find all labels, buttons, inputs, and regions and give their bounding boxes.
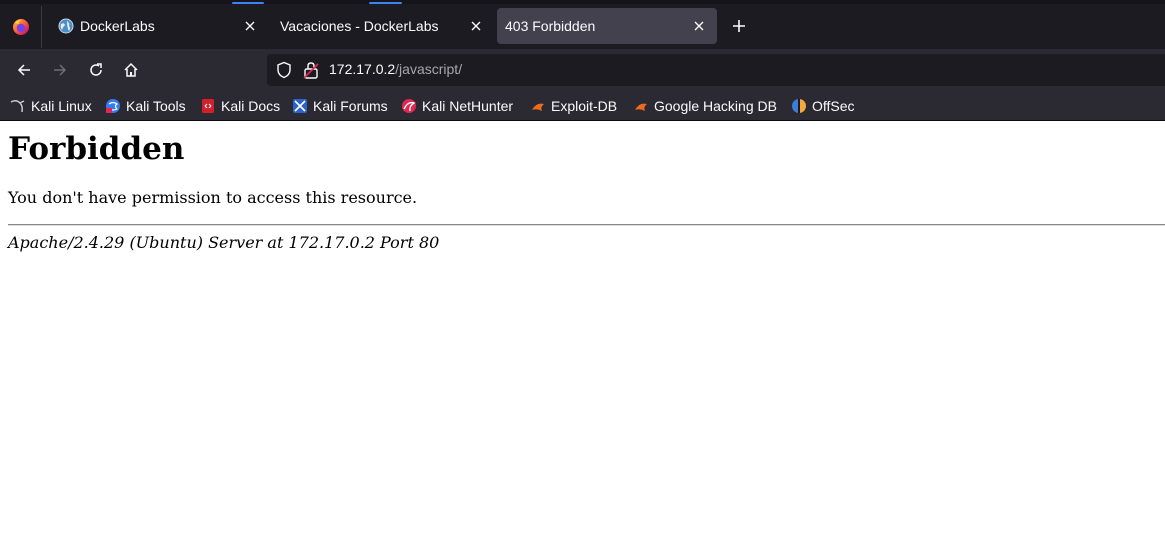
page-title: Forbidden xyxy=(8,131,185,167)
bookmark-label: Kali Forums xyxy=(313,98,388,114)
bookmark-label: Kali Docs xyxy=(221,98,281,114)
bookmark-label: Google Hacking DB xyxy=(654,98,777,114)
reload-icon xyxy=(90,63,102,76)
bookmark-label: Exploit-DB xyxy=(551,98,618,114)
tab-dockerlabs[interactable]: DockerLabs xyxy=(46,8,268,44)
url-text[interactable]: 172.17.0.2/javascript/ xyxy=(329,61,462,77)
bookmark-label: Kali Linux xyxy=(31,98,92,114)
bookmark-kali-nethunter[interactable]: Kali NetHunter xyxy=(401,95,513,117)
ghdb-icon xyxy=(633,98,649,114)
shield-icon[interactable] xyxy=(275,61,293,79)
tab-403-forbidden[interactable]: 403 Forbidden xyxy=(497,8,717,44)
bookmark-label: Kali NetHunter xyxy=(422,98,514,114)
tab-activity-indicator xyxy=(232,2,264,4)
bookmarks-toolbar: Kali Linux Kali Tools Kali Docs Kali For… xyxy=(0,91,1165,121)
bookmark-label: OffSec xyxy=(812,98,855,114)
error-message: You don't have permission to access this… xyxy=(8,188,418,207)
arrow-right-icon xyxy=(54,64,67,76)
offsec-icon xyxy=(791,98,807,114)
kali-docs-icon xyxy=(200,98,216,114)
arrow-left-icon xyxy=(17,64,30,76)
bookmark-exploit-db[interactable]: Exploit-DB xyxy=(530,95,617,117)
tab-strip: DockerLabs Vacaciones - DockerLabs 403 F… xyxy=(0,0,1165,49)
bookmark-offsec[interactable]: OffSec xyxy=(791,95,855,117)
tab-title: 403 Forbidden xyxy=(505,18,596,34)
home-button[interactable] xyxy=(118,57,144,83)
bookmark-kali-tools[interactable]: Kali Tools xyxy=(105,95,186,117)
bookmark-google-hacking-db[interactable]: Google Hacking DB xyxy=(633,95,777,117)
insecure-lock-icon[interactable] xyxy=(303,61,319,79)
firefox-view-button[interactable] xyxy=(0,6,42,48)
forward-button[interactable] xyxy=(47,57,73,83)
tab-activity-indicator xyxy=(369,2,402,4)
bookmark-kali-docs[interactable]: Kali Docs xyxy=(200,95,280,117)
page-content: Forbidden You don't have permission to a… xyxy=(0,121,1165,541)
new-tab-button[interactable] xyxy=(727,14,751,38)
close-tab-icon[interactable] xyxy=(242,18,258,34)
reload-button[interactable] xyxy=(83,57,109,83)
tab-title: Vacaciones - DockerLabs xyxy=(280,18,439,34)
browser-chrome: DockerLabs Vacaciones - DockerLabs 403 F… xyxy=(0,0,1165,121)
kali-forums-icon xyxy=(292,98,308,114)
bookmark-label: Kali Tools xyxy=(126,98,186,114)
server-signature: Apache/2.4.29 (Ubuntu) Server at 172.17.… xyxy=(8,233,440,252)
url-host: 172.17.0.2 xyxy=(329,61,396,77)
address-bar[interactable]: 172.17.0.2/javascript/ xyxy=(267,54,1165,86)
kali-dragon-icon xyxy=(10,98,26,114)
tab-title: DockerLabs xyxy=(80,18,155,34)
firefox-icon xyxy=(12,19,29,35)
kali-tools-icon xyxy=(105,98,121,114)
back-button[interactable] xyxy=(11,57,37,83)
nethunter-icon xyxy=(401,98,417,114)
globe-icon xyxy=(58,18,74,34)
close-tab-icon[interactable] xyxy=(691,18,707,34)
home-icon xyxy=(124,62,138,77)
bookmark-kali-linux[interactable]: Kali Linux xyxy=(10,95,92,117)
navigation-toolbar: 172.17.0.2/javascript/ xyxy=(0,49,1165,91)
exploit-db-icon xyxy=(530,98,546,114)
plus-icon xyxy=(733,20,745,32)
close-tab-icon[interactable] xyxy=(468,18,484,34)
tab-strip-edge xyxy=(0,0,1165,4)
divider xyxy=(8,224,1165,226)
tab-vacaciones[interactable]: Vacaciones - DockerLabs xyxy=(268,8,494,44)
bookmark-kali-forums[interactable]: Kali Forums xyxy=(292,95,388,117)
url-path: /javascript/ xyxy=(395,61,463,77)
